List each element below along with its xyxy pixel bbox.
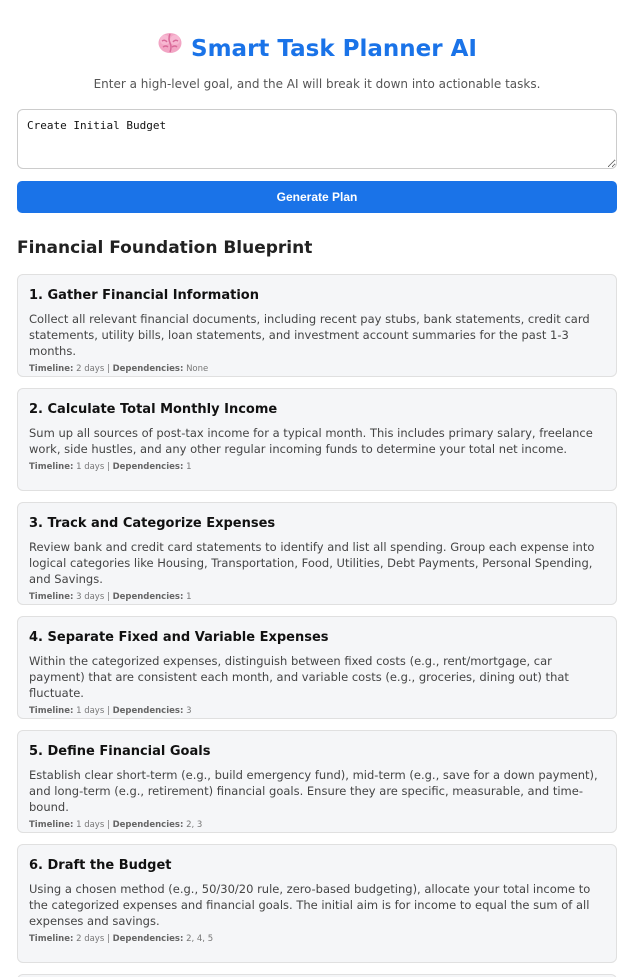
- dependencies-label: Dependencies:: [112, 592, 184, 602]
- task-timeline: 1 days: [76, 820, 105, 830]
- meta-separator: |: [104, 934, 113, 944]
- task-dependencies: None: [186, 364, 209, 374]
- task-meta: Timeline: 1 days | Dependencies: 2, 3: [29, 819, 605, 831]
- task-card: 4. Separate Fixed and Variable Expenses …: [17, 616, 617, 719]
- timeline-label: Timeline:: [29, 934, 74, 944]
- task-title: 1. Gather Financial Information: [29, 288, 259, 303]
- task-meta: Timeline: 1 days | Dependencies: 3: [29, 705, 605, 717]
- app-subtitle: Enter a high-level goal, and the AI will…: [93, 77, 541, 91]
- timeline-label: Timeline:: [29, 364, 74, 374]
- goal-input[interactable]: Create Initial Budget: [17, 109, 617, 169]
- task-dependencies: 2, 3: [186, 820, 203, 830]
- task-dependencies: 2, 4, 5: [186, 934, 214, 944]
- plan-title: Financial Foundation Blueprint: [17, 238, 313, 258]
- task-description: Within the categorized expenses, disting…: [29, 654, 569, 700]
- task-meta: Timeline: 2 days | Dependencies: 2, 4, 5: [29, 933, 605, 945]
- app-title-heading: Smart Task Planner AI: [17, 30, 617, 68]
- meta-separator: |: [104, 462, 113, 472]
- timeline-label: Timeline:: [29, 820, 74, 830]
- task-dependencies: 1: [186, 462, 192, 472]
- task-meta: Timeline: 2 days | Dependencies: None: [29, 363, 605, 375]
- task-timeline: 2 days: [76, 364, 105, 374]
- timeline-label: Timeline:: [29, 706, 74, 716]
- task-meta: Timeline: 3 days | Dependencies: 1: [29, 591, 605, 603]
- task-card: 6. Draft the Budget Using a chosen metho…: [17, 844, 617, 963]
- task-timeline: 1 days: [76, 706, 105, 716]
- task-timeline: 2 days: [76, 934, 105, 944]
- task-timeline: 3 days: [76, 592, 105, 602]
- task-dependencies: 3: [186, 706, 192, 716]
- meta-separator: |: [104, 592, 113, 602]
- task-card: 5. Define Financial Goals Establish clea…: [17, 730, 617, 833]
- task-description: Sum up all sources of post-tax income fo…: [29, 426, 593, 456]
- task-dependencies: 1: [186, 592, 192, 602]
- meta-separator: |: [104, 706, 113, 716]
- task-description: Review bank and credit card statements t…: [29, 540, 595, 586]
- dependencies-label: Dependencies:: [112, 934, 184, 944]
- dependencies-label: Dependencies:: [112, 364, 184, 374]
- timeline-label: Timeline:: [29, 462, 74, 472]
- app-container: Smart Task Planner AI Enter a high-level…: [17, 0, 617, 977]
- task-description: Using a chosen method (e.g., 50/30/20 ru…: [29, 882, 591, 928]
- task-card: 1. Gather Financial Information Collect …: [17, 274, 617, 377]
- task-list: 1. Gather Financial Information Collect …: [17, 274, 617, 977]
- task-title: 5. Define Financial Goals: [29, 744, 211, 759]
- task-description: Establish clear short-term (e.g., build …: [29, 768, 598, 814]
- timeline-label: Timeline:: [29, 592, 74, 602]
- task-description: Collect all relevant financial documents…: [29, 312, 590, 358]
- dependencies-label: Dependencies:: [112, 706, 184, 716]
- app-title: Smart Task Planner AI: [191, 36, 477, 62]
- meta-separator: |: [104, 364, 113, 374]
- task-card: 3. Track and Categorize Expenses Review …: [17, 502, 617, 605]
- task-card: 2. Calculate Total Monthly Income Sum up…: [17, 388, 617, 491]
- brain-icon: [157, 29, 183, 67]
- dependencies-label: Dependencies:: [112, 820, 184, 830]
- dependencies-label: Dependencies:: [112, 462, 184, 472]
- task-title: 4. Separate Fixed and Variable Expenses: [29, 630, 329, 645]
- task-title: 2. Calculate Total Monthly Income: [29, 402, 278, 417]
- generate-plan-button[interactable]: Generate Plan: [17, 181, 617, 213]
- task-timeline: 1 days: [76, 462, 105, 472]
- meta-separator: |: [104, 820, 113, 830]
- task-title: 3. Track and Categorize Expenses: [29, 516, 276, 531]
- task-meta: Timeline: 1 days | Dependencies: 1: [29, 461, 605, 473]
- task-title: 6. Draft the Budget: [29, 858, 172, 873]
